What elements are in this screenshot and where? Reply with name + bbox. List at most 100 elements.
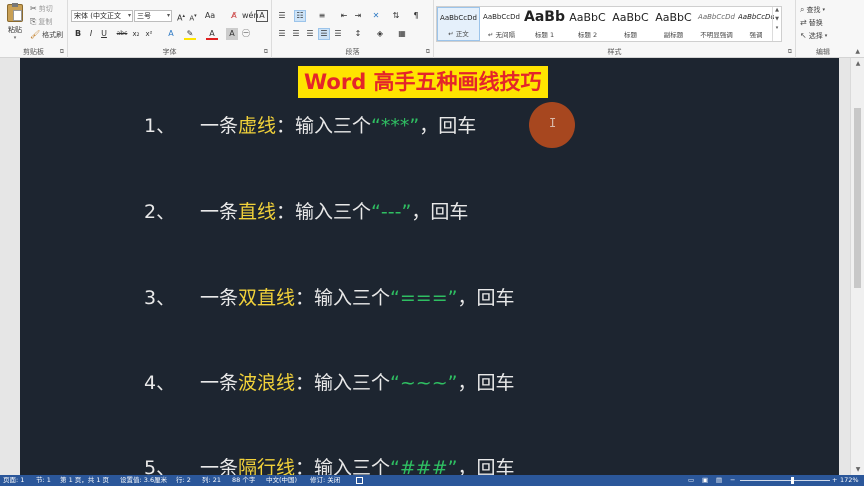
multilevel-list-icon[interactable]: ≡	[316, 10, 328, 22]
align-center-icon[interactable]: ☰	[290, 28, 302, 40]
numbering-icon[interactable]: ☷	[294, 10, 306, 22]
font-group: 宋体 (中文正文 ▾ 三号 ▾ A▴ A▾ Aa A̸ wén A B I U ab…	[68, 0, 272, 58]
text-effects-icon[interactable]: A	[165, 28, 177, 40]
style-emphasis[interactable]: AaBbCcDd 强调	[738, 7, 774, 41]
styles-group-label: 样式	[607, 48, 622, 56]
shrink-font-icon[interactable]: A▾	[187, 10, 199, 22]
justify-icon[interactable]: ☰	[318, 28, 330, 40]
style-subtitle[interactable]: AaBbC 副标题	[652, 7, 695, 41]
select-button[interactable]: ↖ 选择 ▾	[800, 31, 827, 41]
document-page[interactable]: Word 高手五种画线技巧 1、 一条虚线：输入三个“***”，回车 2、 一条直线…	[20, 58, 839, 475]
paragraph-launcher-icon[interactable]: ⧉	[426, 48, 430, 56]
web-layout-icon[interactable]: ▤	[716, 475, 722, 486]
style-heading-2[interactable]: AaBbC 标题 2	[566, 7, 609, 41]
zoom-level[interactable]: 172%	[840, 475, 859, 486]
font-color-icon[interactable]: A	[206, 28, 218, 40]
status-language[interactable]: 中文(中国)	[266, 475, 297, 486]
clipboard-launcher-icon[interactable]: ⧉	[60, 48, 64, 56]
status-row[interactable]: 行: 2	[176, 475, 191, 486]
chevron-down-icon: ▾	[166, 12, 170, 19]
format-painter-button[interactable]: 🖌 格式刷	[30, 30, 63, 40]
styles-launcher-icon[interactable]: ⧉	[788, 48, 792, 56]
vertical-scrollbar[interactable]: ▲ ▼	[850, 58, 864, 475]
paragraph-group-label: 段落	[345, 48, 360, 56]
align-right-icon[interactable]: ☰	[304, 28, 316, 40]
status-position[interactable]: 设置值: 3.6厘米	[120, 475, 167, 486]
zoom-in-icon[interactable]: +	[832, 475, 837, 486]
font-group-label: 字体	[162, 48, 177, 56]
enclose-char-icon[interactable]: ㊀	[240, 28, 252, 40]
select-icon: ↖	[800, 31, 807, 40]
underline-button[interactable]: U	[98, 28, 110, 40]
line-spacing-icon[interactable]: ↕	[352, 28, 364, 40]
clipboard-group-label: 剪贴板	[23, 48, 44, 56]
editing-group: ⌕ 查找 ▾ ⇄ 替换 ↖ 选择 ▾ 编辑	[796, 0, 850, 58]
grow-font-icon[interactable]: A▴	[175, 10, 187, 23]
styles-gallery: AaBbCcDd ↵ 正文 AaBbCcDd ↵ 无间隔 AaBb 标题 1 A…	[436, 6, 782, 42]
align-left-icon[interactable]: ☰	[276, 28, 288, 40]
style-no-spacing[interactable]: AaBbCcDd ↵ 无间隔	[480, 7, 523, 41]
status-col[interactable]: 列: 21	[202, 475, 221, 486]
macro-record-icon[interactable]	[356, 477, 363, 484]
status-revisions[interactable]: 修订: 关闭	[310, 475, 340, 486]
shading-icon[interactable]: ◈	[374, 28, 386, 40]
more-styles-icon[interactable]: ▾	[773, 25, 781, 31]
show-marks-icon[interactable]: ¶	[410, 10, 422, 22]
style-normal[interactable]: AaBbCcDd ↵ 正文	[437, 7, 480, 41]
copy-button[interactable]: ⎘ 复制	[30, 17, 52, 27]
status-words[interactable]: 88 个字	[232, 475, 255, 486]
status-page[interactable]: 页面: 1	[3, 475, 24, 486]
replace-icon: ⇄	[800, 18, 807, 27]
char-border-icon[interactable]: A	[256, 10, 268, 22]
font-size-combo[interactable]: 三号 ▾	[134, 10, 172, 22]
list-item: 4、 一条波浪线：输入三个“~~~”，回车	[144, 372, 515, 394]
highlight-color-icon[interactable]: ✎	[184, 28, 196, 40]
phonetic-guide-icon[interactable]: wén	[242, 10, 259, 22]
status-section[interactable]: 节: 1	[36, 475, 51, 486]
print-layout-icon[interactable]: ▣	[702, 475, 708, 486]
paste-button[interactable]: 粘贴 ▾	[4, 2, 26, 41]
zoom-out-icon[interactable]: −	[730, 475, 735, 486]
cut-button[interactable]: ✂ 剪切	[30, 4, 53, 14]
scroll-down-icon[interactable]: ▼	[851, 466, 864, 473]
style-title[interactable]: AaBbC 标题	[609, 7, 652, 41]
collapse-ribbon-icon[interactable]: ▲	[855, 48, 860, 55]
gallery-scroll[interactable]: ▲ ▼ ▾	[772, 7, 781, 41]
font-name-combo[interactable]: 宋体 (中文正文 ▾	[71, 10, 133, 22]
subscript-button[interactable]: x₂	[130, 28, 142, 40]
bold-button[interactable]: B	[72, 28, 84, 40]
bullets-icon[interactable]: ☰	[276, 10, 288, 22]
distributed-icon[interactable]: ☰	[332, 28, 344, 40]
italic-button[interactable]: I	[85, 28, 97, 40]
font-launcher-icon[interactable]: ⧉	[264, 48, 268, 56]
borders-icon[interactable]: ▦	[396, 28, 408, 40]
find-button[interactable]: ⌕ 查找 ▾	[800, 5, 825, 15]
chevron-down-icon[interactable]: ▼	[773, 16, 781, 22]
chinese-layout-icon[interactable]: ✕	[370, 10, 382, 22]
read-mode-icon[interactable]: ▭	[688, 475, 694, 486]
zoom-slider[interactable]	[740, 480, 830, 481]
zoom-slider-thumb[interactable]	[791, 477, 794, 484]
char-shading-icon[interactable]: A	[226, 28, 238, 40]
paste-icon	[7, 3, 23, 22]
change-case-icon[interactable]: Aa	[204, 10, 216, 22]
status-page-of[interactable]: 第 1 页，共 1 页	[60, 475, 109, 486]
mouse-cursor-highlight: I	[529, 102, 575, 148]
style-heading-1[interactable]: AaBb 标题 1	[523, 7, 566, 41]
strikethrough-button[interactable]: abc	[116, 28, 128, 40]
scissors-icon: ✂	[30, 4, 37, 13]
clear-format-icon[interactable]: A̸	[228, 10, 240, 22]
chevron-down-icon: ▾	[127, 12, 131, 19]
editing-group-label: 编辑	[816, 48, 830, 56]
replace-button[interactable]: ⇄ 替换	[800, 18, 823, 28]
brush-icon: 🖌	[30, 30, 41, 39]
increase-indent-icon[interactable]: ⇥	[352, 10, 364, 22]
style-subtle-emphasis[interactable]: AaBbCcDd 不明显强调	[695, 7, 738, 41]
chevron-up-icon[interactable]: ▲	[773, 7, 781, 13]
decrease-indent-icon[interactable]: ⇤	[338, 10, 350, 22]
paragraph-group: ☰ ☷ ≡ ⇤ ⇥ ✕ ⇅ ¶ ☰ ☰ ☰ ☰ ☰ ↕ ◈ ▦ 段落 ⧉	[272, 0, 434, 58]
scroll-up-icon[interactable]: ▲	[851, 60, 864, 67]
scroll-thumb[interactable]	[854, 108, 861, 288]
sort-icon[interactable]: ⇅	[390, 10, 402, 22]
superscript-button[interactable]: x²	[143, 28, 155, 40]
